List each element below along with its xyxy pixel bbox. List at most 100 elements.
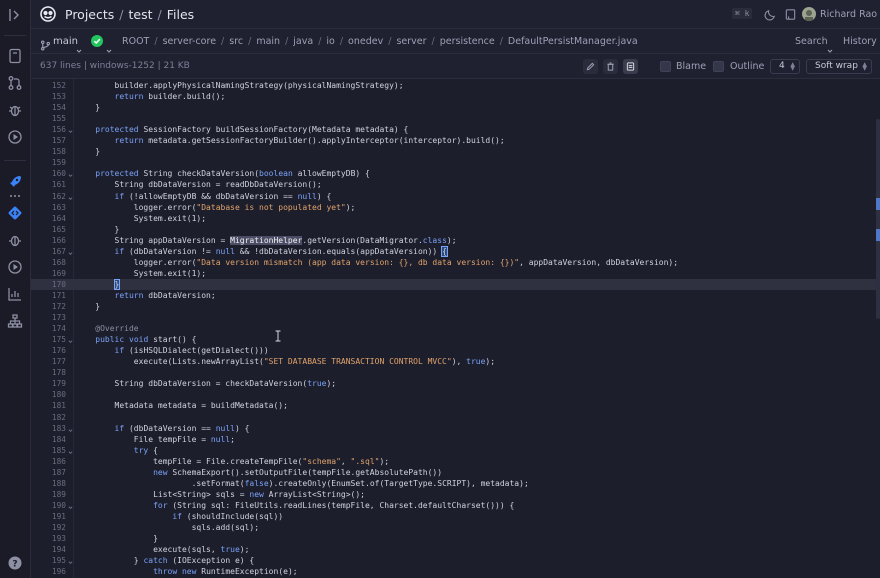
tab-size-select[interactable]: 4 ▲ ▼ — [770, 59, 800, 74]
line-number[interactable]: 191 — [31, 511, 66, 522]
code-line[interactable]: 159 — [31, 157, 876, 168]
chevron-down-icon[interactable] — [827, 39, 833, 53]
code-line[interactable]: 163 logger.error("Database is not popula… — [31, 202, 876, 213]
code-line[interactable]: 164 System.exit(1); — [31, 213, 876, 224]
branch-selector[interactable]: main — [53, 36, 78, 47]
edit-button[interactable] — [583, 59, 598, 74]
code-line[interactable]: 158 } — [31, 146, 876, 157]
code-line[interactable]: 190 for (String sql: FileUtils.readLines… — [31, 500, 876, 511]
path-segment[interactable]: persistence — [440, 36, 495, 47]
path-segment[interactable]: io — [326, 36, 334, 47]
code-line[interactable]: 169 System.exit(1); — [31, 268, 876, 279]
line-number[interactable]: 194 — [31, 544, 66, 555]
line-number[interactable]: 187 — [31, 467, 66, 478]
fold-chevron-icon[interactable] — [68, 194, 73, 200]
code-line[interactable]: 194 execute(sqls, true); — [31, 544, 876, 555]
code-line[interactable]: 196 throw new RuntimeException(e); — [31, 566, 876, 577]
code-line[interactable]: 175 public void start() { — [31, 334, 876, 345]
help-icon[interactable]: ? — [7, 555, 23, 571]
fold-chevron-icon[interactable] — [68, 171, 73, 178]
line-number[interactable]: 175 — [31, 334, 66, 345]
code-line[interactable]: 165 } — [31, 224, 876, 235]
line-number[interactable]: 178 — [31, 367, 66, 378]
code-line[interactable]: 192 sqls.add(sql); — [31, 522, 876, 533]
line-number[interactable]: 152 — [31, 80, 66, 91]
line-number[interactable]: 189 — [31, 489, 66, 500]
code-icon[interactable] — [7, 205, 23, 221]
code-line[interactable]: 184 File tempFile = null; — [31, 434, 876, 445]
code-line[interactable]: 168 logger.error("Data version mismatch … — [31, 257, 876, 268]
code-line[interactable]: 160 protected String checkDataVersion(bo… — [31, 168, 876, 179]
line-number[interactable]: 166 — [31, 235, 66, 246]
code-line[interactable]: 171 return dbDataVersion; — [31, 290, 876, 301]
outline-checkbox[interactable] — [713, 61, 724, 72]
onedev-logo-icon[interactable] — [39, 5, 57, 23]
code-line[interactable]: 156 protected SessionFactory buildSessio… — [31, 124, 876, 135]
line-number[interactable]: 162 — [31, 191, 66, 202]
line-number[interactable]: 154 — [31, 102, 66, 113]
sidebar-toggle-icon[interactable] — [7, 7, 23, 23]
outline-label[interactable]: Outline — [730, 61, 764, 72]
history-link[interactable]: History — [843, 36, 877, 47]
play-icon[interactable] — [7, 259, 23, 275]
line-number[interactable]: 163 — [31, 202, 66, 213]
code-line[interactable]: 183 if (dbDataVersion == null) { — [31, 423, 876, 434]
code-line[interactable]: 186 tempFile = File.createTempFile("sche… — [31, 456, 876, 467]
line-number[interactable]: 182 — [31, 412, 66, 423]
chart-icon[interactable] — [7, 286, 23, 302]
code-line[interactable]: 153 return builder.build(); — [31, 91, 876, 102]
path-segment[interactable]: java — [293, 36, 313, 47]
line-number[interactable]: 195 — [31, 555, 66, 566]
code-line[interactable]: 187 new SchemaExport().setOutputFile(tem… — [31, 467, 876, 478]
fold-chevron-icon[interactable] — [68, 337, 73, 344]
line-number[interactable]: 172 — [31, 301, 66, 312]
build-status-check-icon[interactable] — [91, 35, 103, 47]
builds-icon[interactable] — [7, 129, 23, 145]
fold-chevron-icon[interactable] — [68, 249, 73, 255]
line-number[interactable]: 186 — [31, 456, 66, 467]
files-icon[interactable] — [7, 48, 23, 64]
command-palette-shortcut[interactable]: ⌘ k — [732, 8, 753, 19]
line-number[interactable]: 161 — [31, 179, 66, 190]
code-line[interactable]: 177 execute(Lists.newArrayList("SET DATA… — [31, 356, 876, 367]
user-name[interactable]: Richard Rao — [820, 9, 877, 20]
code-line[interactable]: 195 } catch (IOException e) { — [31, 555, 876, 566]
code-line[interactable]: 157 return metadata.getSessionFactoryBui… — [31, 135, 876, 146]
pull-requests-icon[interactable] — [7, 75, 23, 91]
code-line[interactable]: 193 } — [31, 533, 876, 544]
code-line[interactable]: 154 } — [31, 102, 876, 113]
delete-button[interactable] — [603, 59, 618, 74]
code-line[interactable]: 188 .setFormat(false).createOnly(EnumSet… — [31, 478, 876, 489]
line-number[interactable]: 185 — [31, 445, 66, 456]
line-number[interactable]: 160 — [31, 168, 66, 179]
code-viewer[interactable]: 152 builder.applyPhysicalNamingStrategy(… — [31, 79, 876, 578]
line-number[interactable]: 167 — [31, 246, 66, 257]
path-segment[interactable]: onedev — [348, 36, 383, 47]
line-number[interactable]: 193 — [31, 533, 66, 544]
fold-chevron-icon[interactable] — [68, 127, 73, 134]
line-number[interactable]: 180 — [31, 389, 66, 400]
scrollbar-thumb[interactable] — [876, 119, 880, 319]
blame-label[interactable]: Blame — [676, 61, 706, 72]
path-segment[interactable]: server-core — [163, 36, 216, 47]
code-line[interactable]: 167 if (dbDataVersion != null && !dbData… — [31, 245, 876, 257]
fold-chevron-icon[interactable] — [68, 503, 73, 509]
line-number[interactable]: 170 — [31, 279, 66, 290]
line-number[interactable]: 190 — [31, 500, 66, 511]
path-segment[interactable]: server — [396, 36, 426, 47]
line-number[interactable]: 179 — [31, 378, 66, 389]
line-number[interactable]: 153 — [31, 91, 66, 102]
search-menu[interactable]: Search — [795, 36, 828, 47]
line-number[interactable]: 169 — [31, 268, 66, 279]
line-number[interactable]: 156 — [31, 124, 66, 135]
vertical-scrollbar[interactable] — [876, 79, 880, 578]
line-number[interactable]: 174 — [31, 323, 66, 334]
code-line[interactable]: 176 if (isHSQLDialect(getDialect())) — [31, 345, 876, 356]
wrap-mode-select[interactable]: Soft wrap ▲ ▼ — [806, 59, 872, 74]
chevron-down-icon[interactable] — [76, 39, 82, 53]
blame-checkbox[interactable] — [660, 61, 671, 72]
code-line[interactable]: 155 — [31, 113, 876, 124]
line-number[interactable]: 159 — [31, 157, 66, 168]
code-line[interactable]: 191 if (shouldInclude(sql)) — [31, 511, 876, 522]
code-line[interactable]: 166 String appDataVersion = MigrationHel… — [31, 235, 876, 246]
